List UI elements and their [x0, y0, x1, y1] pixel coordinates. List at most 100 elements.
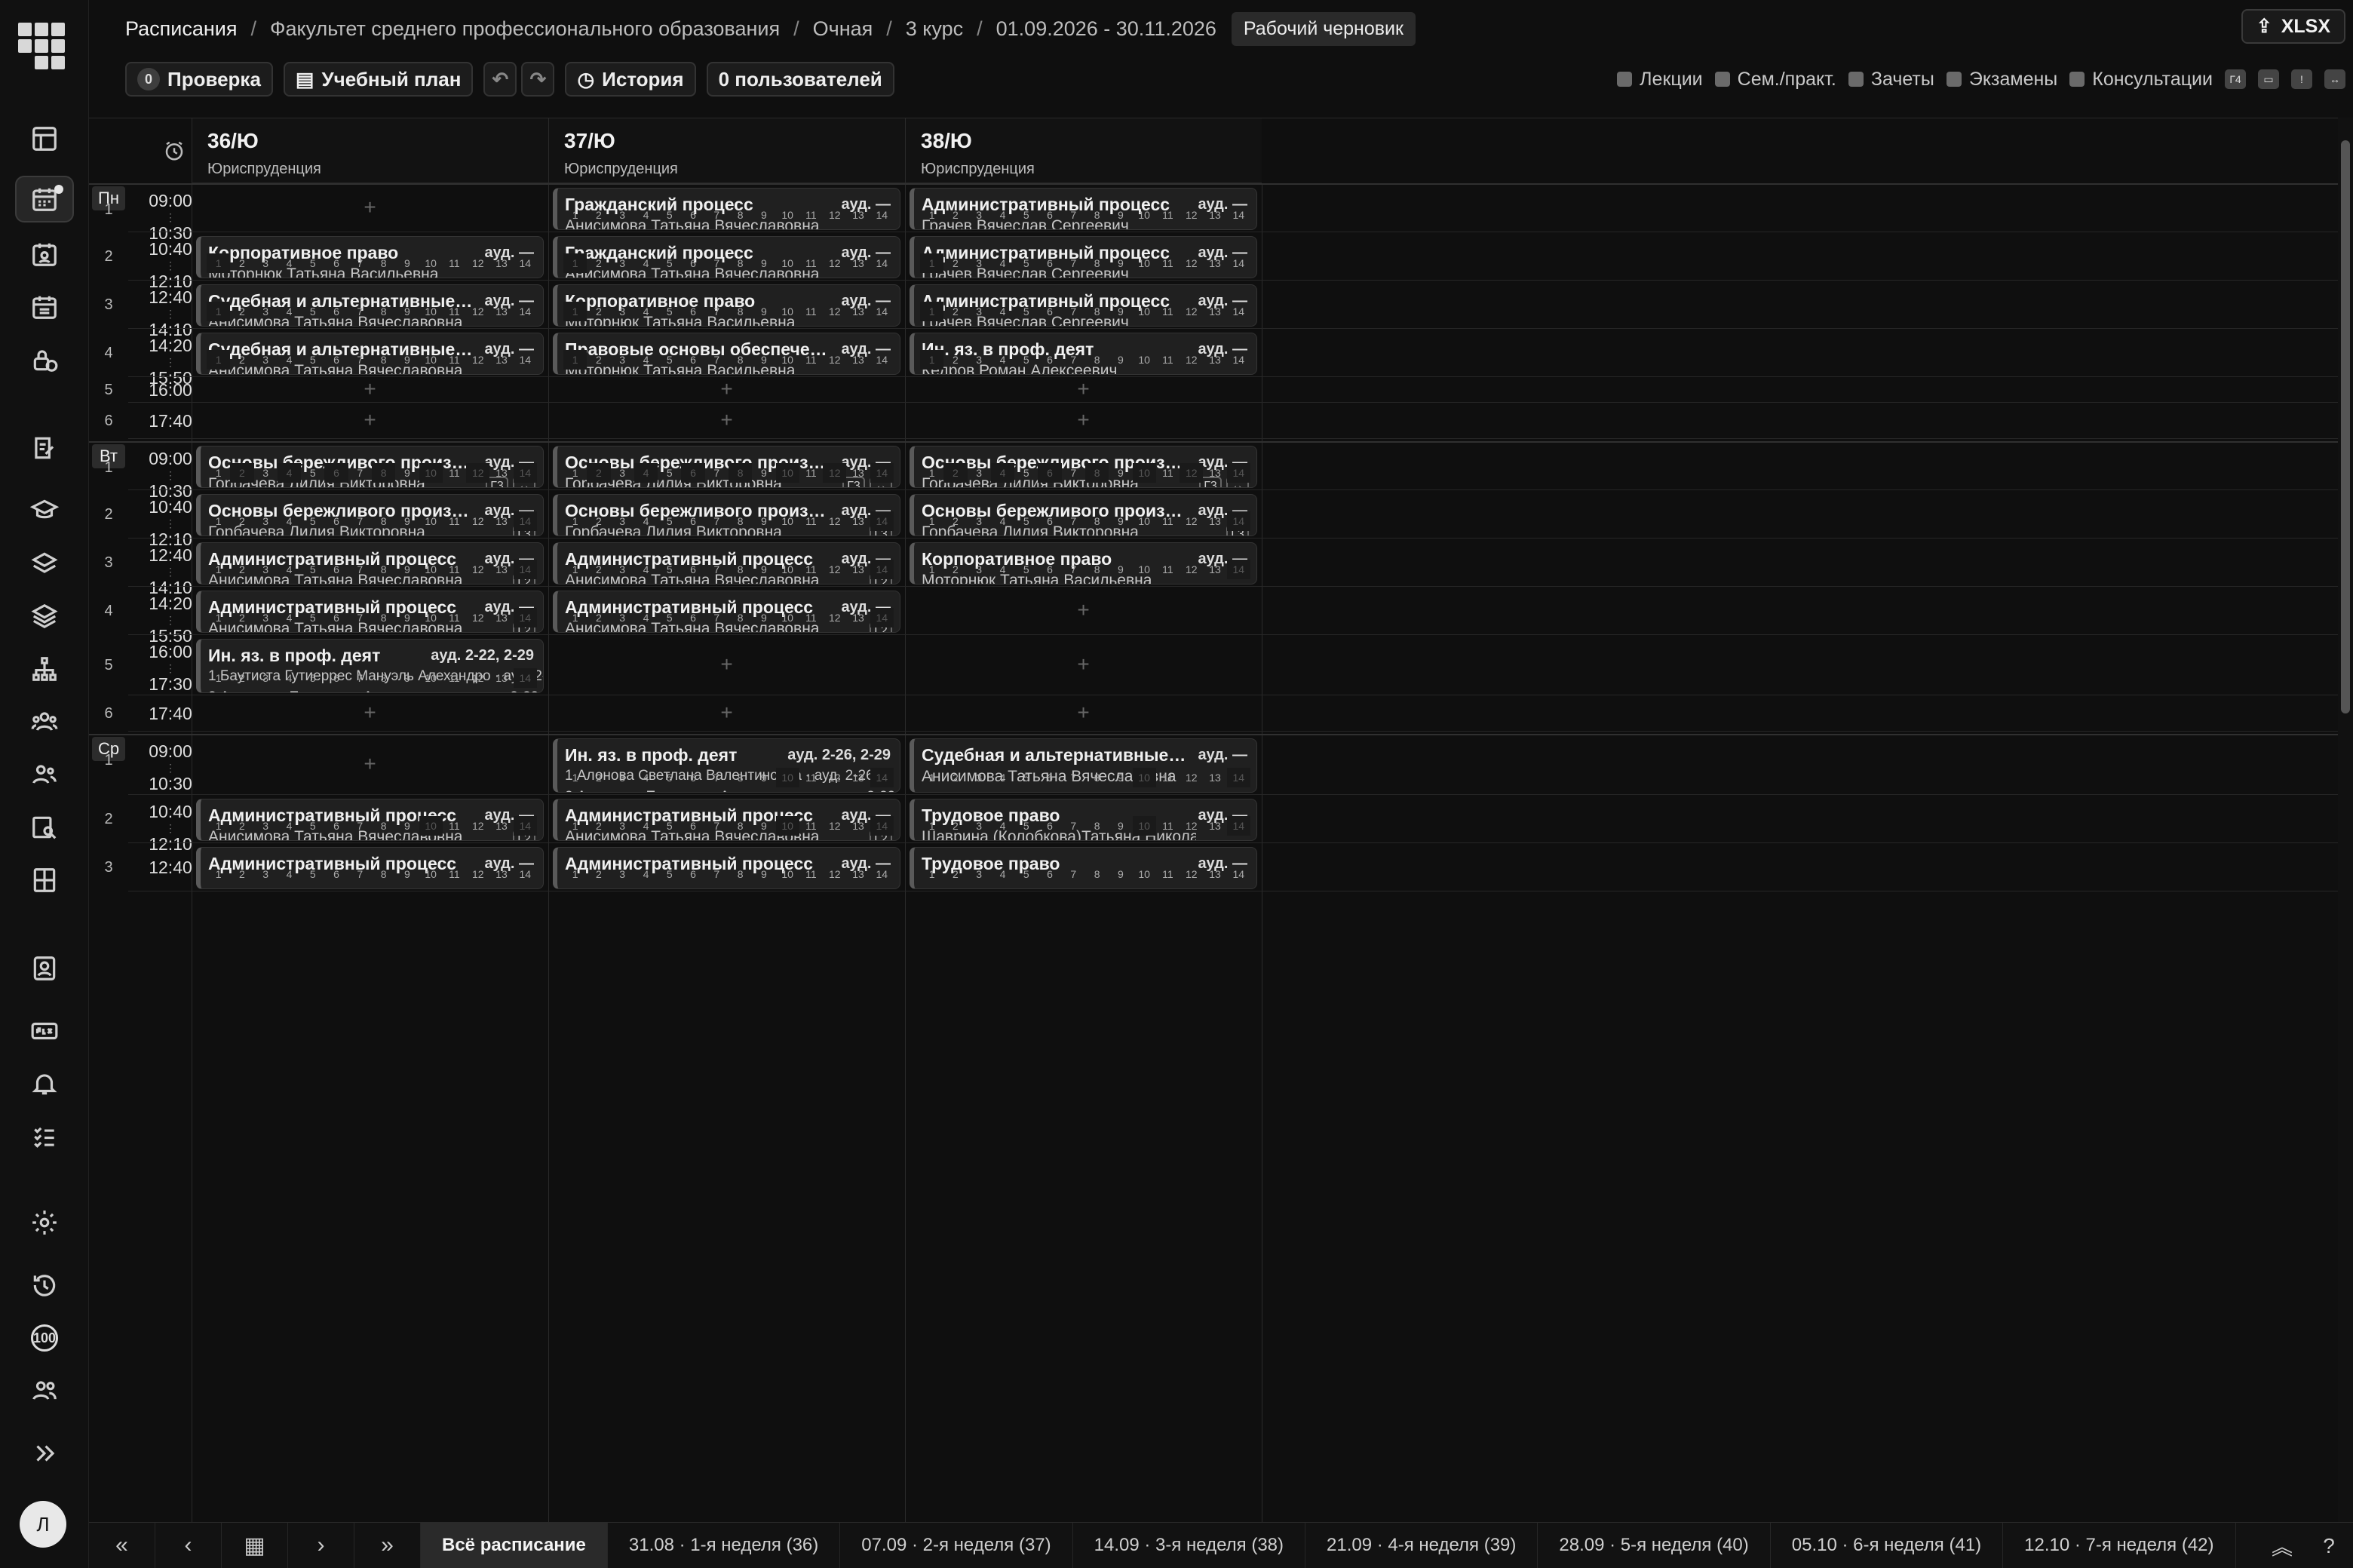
week-cell[interactable]: 6 [681, 302, 704, 321]
week-cell[interactable]: 10 [776, 608, 799, 628]
week-cell[interactable]: 1 [563, 302, 587, 321]
week-cell[interactable]: 1 [207, 560, 230, 579]
add-lesson-button[interactable]: + [1072, 377, 1095, 401]
week-cell[interactable]: 2 [587, 302, 610, 321]
lesson-card[interactable]: Административный процесс ауд. —1 2 3 4 5 6 7 8 9 1… [553, 847, 900, 889]
week-cell[interactable]: 8 [1085, 511, 1109, 531]
week-cell[interactable]: 3 [254, 560, 278, 579]
groups-icon[interactable] [15, 698, 74, 745]
week-cell[interactable]: 3 [611, 350, 634, 370]
week-cell[interactable]: 8 [1085, 205, 1109, 225]
breadcrumb-period[interactable]: 01.09.2026 - 30.11.2026 [996, 17, 1216, 41]
week-cell[interactable]: 4 [991, 511, 1014, 531]
week-cell[interactable]: 11 [1156, 205, 1180, 225]
legend-seminars[interactable]: Сем./практ. [1714, 69, 1836, 91]
week-cell[interactable]: 3 [611, 302, 634, 321]
week-cell[interactable]: 4 [991, 864, 1014, 884]
lesson-card[interactable]: Административный процесс ауд. — Анисимова … [553, 591, 900, 633]
week-cell[interactable]: 2 [587, 350, 610, 370]
week-cell[interactable]: 5 [658, 511, 681, 531]
week-cell[interactable]: 13 [846, 350, 870, 370]
lesson-card[interactable]: Основы бережливого производстваауд. —Гор… [553, 494, 900, 536]
week-cell[interactable]: 13 [1203, 768, 1226, 787]
week-cell[interactable]: 10 [419, 864, 443, 884]
week-cell[interactable]: 1 [920, 302, 944, 321]
next-week-button[interactable]: › [288, 1522, 354, 1568]
lesson-card[interactable]: Основы бережливого производстваауд. —Гор… [553, 446, 900, 488]
week-cell[interactable]: 14 [513, 608, 537, 628]
lesson-card[interactable]: Основы бережливого производстваауд. —Гор… [196, 494, 544, 536]
week-cell[interactable]: 11 [1156, 302, 1180, 321]
week-cell[interactable]: 7 [348, 864, 372, 884]
week-cell[interactable]: 12 [823, 768, 846, 787]
week-cell[interactable]: 12 [466, 511, 489, 531]
week-cell[interactable]: 14 [870, 205, 894, 225]
week-cell[interactable]: 9 [1109, 511, 1132, 531]
week-cell[interactable]: 13 [489, 463, 513, 483]
week-cell[interactable]: 5 [301, 608, 324, 628]
add-lesson-button[interactable]: + [359, 701, 382, 725]
week-cell[interactable]: 1 [207, 511, 230, 531]
week-cell[interactable]: 12 [1180, 302, 1203, 321]
lesson-card[interactable]: Административный процесс ауд. — Грачев Вяч… [910, 284, 1257, 327]
tab-week[interactable]: 28.09 · 5-я неделя (40) [1538, 1522, 1771, 1568]
week-cell[interactable]: 11 [799, 864, 823, 884]
week-cell[interactable]: 3 [968, 560, 991, 579]
week-cell[interactable]: 6 [681, 816, 704, 836]
week-cell[interactable]: 6 [1038, 205, 1061, 225]
week-cell[interactable]: 2 [587, 253, 610, 273]
week-cell[interactable]: 1 [207, 350, 231, 370]
week-cell[interactable]: 5 [658, 253, 681, 273]
checklist-icon[interactable] [15, 1113, 74, 1160]
week-cell[interactable]: 1 [563, 816, 587, 836]
lesson-card[interactable]: Судебная и альтернативные формы защиты п… [196, 333, 544, 375]
week-cell[interactable]: 4 [278, 560, 301, 579]
week-cell[interactable]: 11 [799, 511, 823, 531]
week-cell[interactable]: 14 [870, 768, 894, 787]
week-cell[interactable]: 13 [846, 302, 870, 321]
calendar-picker-button[interactable]: ▦ [222, 1522, 288, 1568]
week-cell[interactable]: 11 [443, 511, 466, 531]
week-cell[interactable]: 3 [254, 302, 278, 321]
week-cell[interactable]: 5 [301, 302, 324, 321]
week-cell[interactable]: 4 [990, 463, 1015, 483]
week-cell[interactable]: 10 [776, 205, 799, 225]
week-cell[interactable]: 12 [1180, 253, 1203, 273]
week-cell[interactable]: 2 [943, 816, 967, 836]
week-cell[interactable]: 5 [1014, 511, 1038, 531]
week-cell[interactable]: 7 [705, 253, 729, 273]
subgroup-mini-badge[interactable]: Г4 [2225, 69, 2246, 89]
week-cell[interactable]: 12 [823, 608, 846, 628]
week-cell[interactable]: 6 [1038, 560, 1061, 579]
lesson-card[interactable]: Корпоративное право ауд. — Моторнюк Татьян… [553, 284, 900, 327]
week-cell[interactable]: 7 [1062, 560, 1085, 579]
week-cell[interactable]: 7 [1062, 205, 1085, 225]
lesson-card[interactable]: Основы бережливого производстваауд. —Гор… [910, 446, 1257, 488]
week-cell[interactable]: 11 [799, 608, 823, 628]
tab-week[interactable]: 12.10 · 7-я неделя (42) [2003, 1522, 2236, 1568]
week-cell[interactable]: 2 [230, 816, 253, 836]
week-cell[interactable]: 10 [1132, 768, 1156, 787]
week-cell[interactable]: 10 [1132, 816, 1156, 836]
week-cell[interactable]: 2 [230, 608, 253, 628]
week-cell[interactable]: 14 [514, 253, 537, 273]
week-cell[interactable]: 6 [324, 511, 348, 531]
week-cell[interactable]: 12 [466, 350, 489, 370]
badge-person-icon[interactable] [15, 945, 74, 992]
week-cell[interactable]: 8 [729, 511, 752, 531]
lesson-card[interactable]: Административный процесс ауд. — Грачев Вяч… [910, 236, 1257, 278]
week-cell[interactable]: 12 [823, 560, 846, 579]
week-cell[interactable]: 2 [587, 864, 610, 884]
week-cell[interactable]: 4 [278, 608, 301, 628]
week-cell[interactable]: 10 [1133, 511, 1156, 531]
week-cell[interactable]: 6 [324, 560, 348, 579]
curriculum-button[interactable]: ▤ Учебный план [283, 62, 474, 97]
week-cell[interactable]: 4 [634, 864, 658, 884]
tab-all-schedule[interactable]: Всё расписание [421, 1522, 608, 1568]
week-cell[interactable]: 6 [324, 302, 348, 321]
week-cell[interactable]: 1 [920, 768, 943, 787]
week-cell[interactable]: 10 [776, 511, 799, 531]
week-cell[interactable]: 5 [658, 205, 681, 225]
add-lesson-button[interactable]: + [359, 752, 382, 776]
export-xlsx-button[interactable]: ⇪ XLSX [2241, 9, 2345, 44]
